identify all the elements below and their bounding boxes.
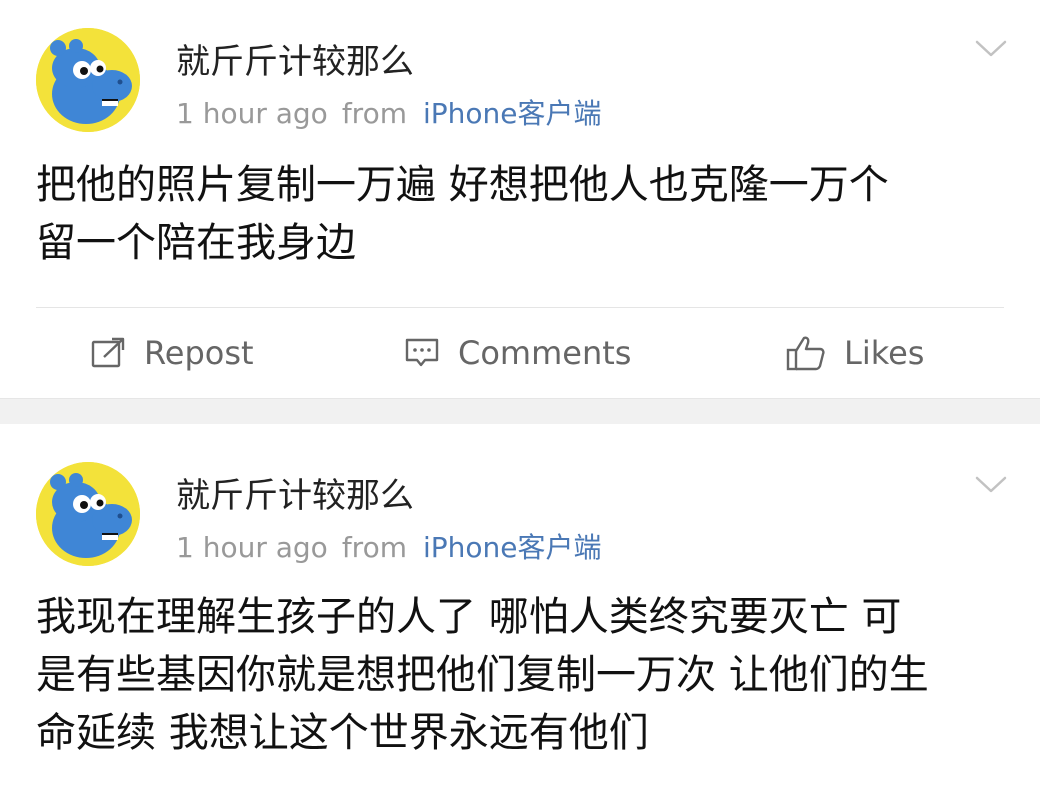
post-text-line: 我现在理解生孩子的人了 哪怕人类终究要灭亡 可 (36, 594, 902, 640)
repost-label: Repost (144, 334, 254, 372)
avatar[interactable] (36, 462, 140, 566)
comments-label: Comments (458, 334, 632, 372)
post-action-bar: Repost Comments Likes (0, 322, 1040, 384)
from-label: from (341, 97, 407, 130)
comment-icon (405, 338, 439, 367)
likes-button[interactable]: Likes (786, 322, 924, 384)
post-text-line: 留一个陪在我身边 (36, 220, 356, 266)
post-meta: 1 hour ago from iPhone客户端 (176, 528, 602, 568)
repost-button[interactable]: Repost (90, 322, 254, 384)
hippo-avatar-icon (36, 28, 140, 132)
post-card: 就斤斤计较那么 1 hour ago from iPhone客户端 把他的照片复制一… (0, 0, 1040, 398)
from-label: from (341, 531, 407, 564)
post-meta: 1 hour ago from iPhone客户端 (176, 94, 602, 134)
chevron-down-icon[interactable] (974, 474, 1008, 496)
username[interactable]: 就斤斤计较那么 (176, 40, 414, 84)
post-card: 就斤斤计较那么 1 hour ago from iPhone客户端 我现在理解生孩子… (0, 424, 1040, 800)
likes-label: Likes (844, 334, 925, 372)
post-text: 我现在理解生孩子的人了 哪怕人类终究要灭亡 可 是有些基因你就是想把他们复制一万… (36, 588, 1016, 762)
thumbs-up-icon (786, 336, 825, 371)
post-text-line: 命延续 我想让这个世界永远有他们 (36, 710, 649, 756)
post-source-link[interactable]: iPhone客户端 (423, 97, 602, 130)
post-text-line: 是有些基因你就是想把他们复制一万次 让他们的生 (36, 652, 929, 698)
post-source-link[interactable]: iPhone客户端 (423, 531, 602, 564)
username[interactable]: 就斤斤计较那么 (176, 474, 414, 518)
post-time: 1 hour ago (176, 97, 328, 130)
comments-button[interactable]: Comments (404, 322, 631, 384)
avatar[interactable] (36, 28, 140, 132)
chevron-down-icon[interactable] (974, 38, 1008, 60)
feed-separator (0, 398, 1040, 424)
post-text: 把他的照片复制一万遍 好想把他人也克隆一万个 留一个陪在我身边 (36, 156, 1016, 272)
divider (36, 307, 1004, 308)
repost-icon (91, 337, 125, 368)
hippo-avatar-icon (36, 462, 140, 566)
post-text-line: 把他的照片复制一万遍 好想把他人也克隆一万个 (36, 162, 889, 208)
post-time: 1 hour ago (176, 531, 328, 564)
